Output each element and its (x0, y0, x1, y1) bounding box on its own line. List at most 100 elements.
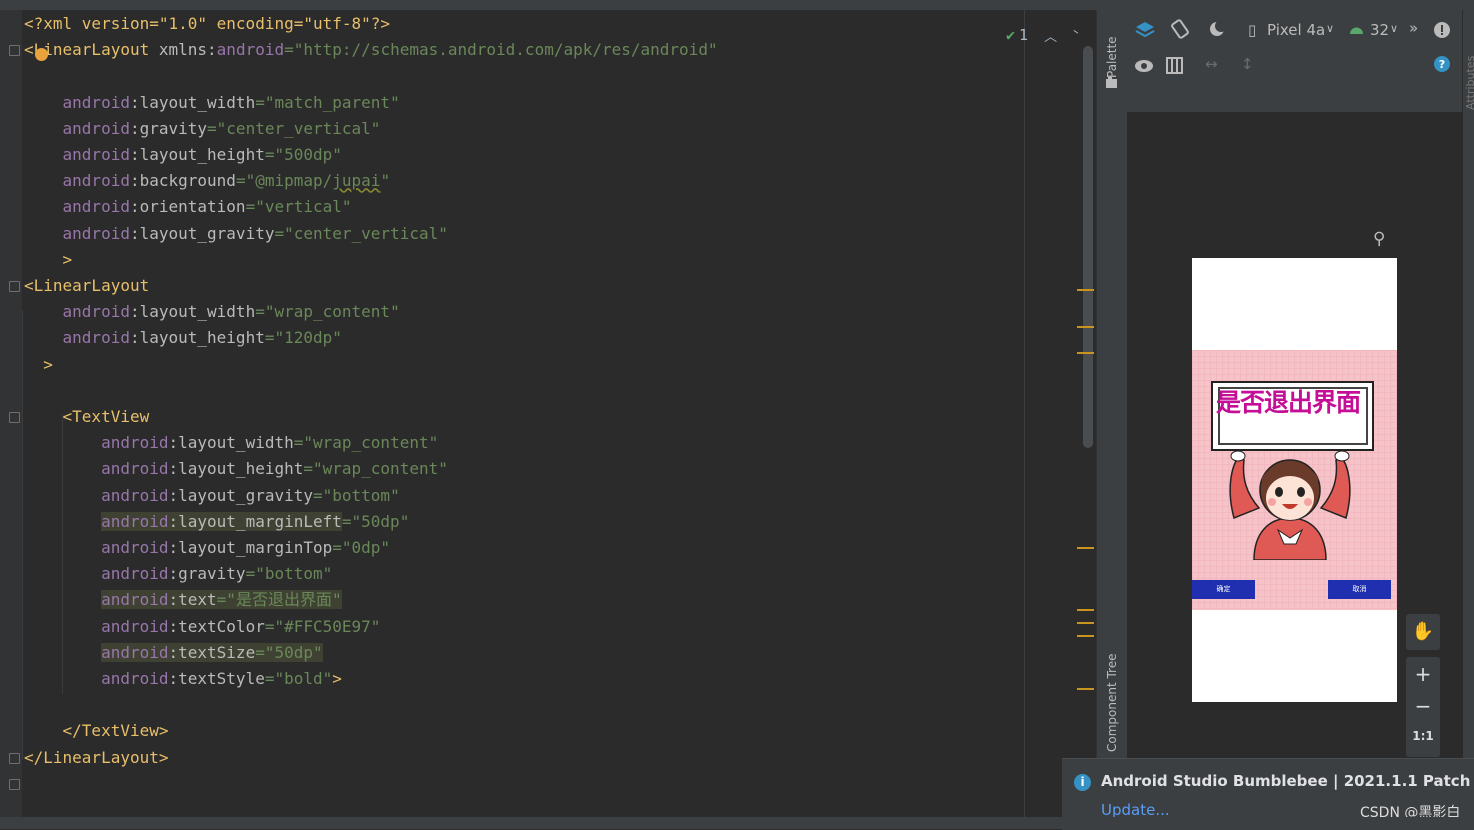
fold-marker-icon[interactable] (9, 752, 20, 764)
code-token: :textColor (168, 616, 265, 636)
code-token: :textStyle (168, 669, 265, 688)
code-token: ="bottom" (245, 564, 333, 584)
code-token: > (332, 669, 342, 688)
code-token: <TextView (62, 407, 150, 426)
pin-icon[interactable]: ⚲ (1373, 229, 1385, 249)
fold-marker-icon[interactable] (9, 45, 20, 57)
fold-marker-icon[interactable] (9, 778, 20, 790)
code-line[interactable]: > (24, 352, 53, 378)
rotate-icon[interactable] (1169, 18, 1191, 40)
help-icon[interactable]: ? (1434, 56, 1452, 74)
warning-marker[interactable] (1077, 326, 1094, 328)
warning-marker[interactable] (1077, 609, 1094, 611)
code-line[interactable]: android:background="@mipmap/jupai" (24, 168, 391, 194)
blueprint-icon[interactable] (1165, 56, 1185, 76)
code-token: android (62, 92, 130, 112)
code-token: :layout_marginLeft (168, 511, 342, 531)
code-line[interactable]: android:textSize="50dp" (24, 640, 323, 666)
code-line[interactable]: <TextView (24, 404, 150, 430)
code-token: :gravity (129, 118, 208, 138)
preview-cancel-button[interactable]: 取消 (1328, 580, 1391, 599)
pan-button[interactable]: ✋ (1406, 614, 1440, 650)
code-line[interactable]: android:text="是否退出界面" (24, 587, 342, 613)
code-line[interactable]: android:gravity="bottom" (24, 561, 332, 587)
zoom-out-button[interactable]: − (1406, 691, 1440, 721)
code-line[interactable]: <?xml version="1.0" encoding="utf-8"?> (24, 11, 390, 37)
zoom-in-button[interactable]: + (1406, 657, 1440, 691)
code-token: :layout_width (129, 302, 256, 322)
code-line[interactable]: android:layout_height="wrap_content" (24, 456, 448, 482)
device-phone-icon: ▯ (1248, 21, 1257, 39)
warning-marker[interactable] (1077, 688, 1094, 690)
chevron-down-icon: ∨ (1326, 22, 1335, 35)
preview-textview[interactable]: 是否退出界面 (1216, 386, 1376, 420)
code-token: android (62, 223, 130, 243)
code-token: :orientation (129, 197, 246, 217)
more-actions[interactable]: » (1409, 19, 1418, 37)
device-selector[interactable]: Pixel 4a (1267, 21, 1325, 39)
preview-ok-button[interactable]: 确定 (1192, 580, 1255, 599)
code-token: </TextView> (62, 721, 169, 741)
code-line[interactable]: > (24, 247, 73, 273)
layers-icon[interactable] (1134, 19, 1156, 41)
fold-marker-icon[interactable] (9, 281, 20, 292)
warning-marker[interactable] (1077, 352, 1094, 354)
warning-marker[interactable] (1077, 635, 1094, 637)
code-line[interactable]: </LinearLayout> (24, 745, 169, 771)
inspection-widget[interactable]: ✔ 1 ︿ ﹀ (1006, 22, 1086, 48)
code-line[interactable]: android:layout_height="500dp" (24, 142, 342, 168)
svg-text:?: ? (1439, 58, 1445, 71)
code-line[interactable]: android:gravity="center_vertical" (24, 116, 381, 142)
component-tree-tab[interactable]: Component Tree (1105, 654, 1119, 752)
api-level-selector[interactable]: 32 (1370, 21, 1389, 39)
code-token: ="@mipmap/ (235, 171, 333, 191)
code-line[interactable]: </TextView> (24, 718, 169, 744)
warning-marker[interactable] (1077, 622, 1094, 624)
zoom-1-1-button[interactable]: 1:1 (1406, 721, 1440, 751)
chevron-up-icon[interactable]: ︿ (1044, 26, 1057, 45)
code-line[interactable]: android:layout_height="120dp" (24, 325, 342, 351)
code-editor[interactable]: <?xml version="1.0" encoding="utf-8"?> <L… (0, 10, 1096, 817)
attributes-tab[interactable]: Attributes (1464, 56, 1474, 110)
code-token: android (101, 564, 169, 584)
code-line[interactable]: <LinearLayout xmlns:android="http://sche… (24, 37, 718, 63)
horizontal-resize-icon: ↔ (1205, 55, 1218, 73)
warning-marker[interactable] (1077, 547, 1094, 549)
night-mode-icon[interactable] (1207, 18, 1229, 40)
code-line[interactable]: android:layout_gravity="center_vertical" (24, 221, 448, 247)
warning-icon[interactable] (1433, 21, 1451, 39)
code-token: android (62, 197, 130, 217)
fold-marker-icon[interactable] (9, 412, 20, 423)
code-line[interactable]: android:textColor="#FFC50E97" (24, 614, 380, 640)
code-line[interactable]: android:layout_width="wrap_content" (24, 299, 400, 325)
palette-tab[interactable]: Palette (1105, 36, 1119, 78)
code-line[interactable]: android:layout_width="wrap_content" (24, 430, 438, 456)
code-line[interactable]: android:textStyle="bold"> (24, 666, 342, 692)
code-token: ="wrap_content" (303, 459, 448, 479)
android-icon (1350, 27, 1363, 34)
code-token: <LinearLayout (24, 276, 150, 295)
code-line[interactable]: <LinearLayout (24, 273, 149, 299)
warning-marker[interactable] (1077, 289, 1094, 291)
palette-icon[interactable] (1105, 76, 1119, 90)
code-line[interactable]: android:layout_width="match_parent" (24, 90, 400, 116)
code-token: </LinearLayout> (24, 747, 169, 767)
code-token: android (62, 328, 130, 348)
eye-icon[interactable] (1134, 56, 1156, 78)
code-line[interactable]: android:orientation="vertical" (24, 194, 352, 220)
code-line[interactable]: android:layout_marginTop="0dp" (24, 535, 390, 561)
code-line[interactable]: android:layout_gravity="bottom" (24, 483, 400, 509)
code-token: :layout_width (129, 92, 256, 112)
lightbulb-icon[interactable] (35, 48, 48, 61)
code-line[interactable]: android:layout_marginLeft="50dp" (24, 509, 409, 535)
scrollbar-thumb[interactable] (1083, 46, 1093, 448)
check-icon: ✔ (1006, 26, 1016, 44)
code-token: android (101, 642, 169, 662)
code-token: ="vertical" (245, 197, 352, 217)
